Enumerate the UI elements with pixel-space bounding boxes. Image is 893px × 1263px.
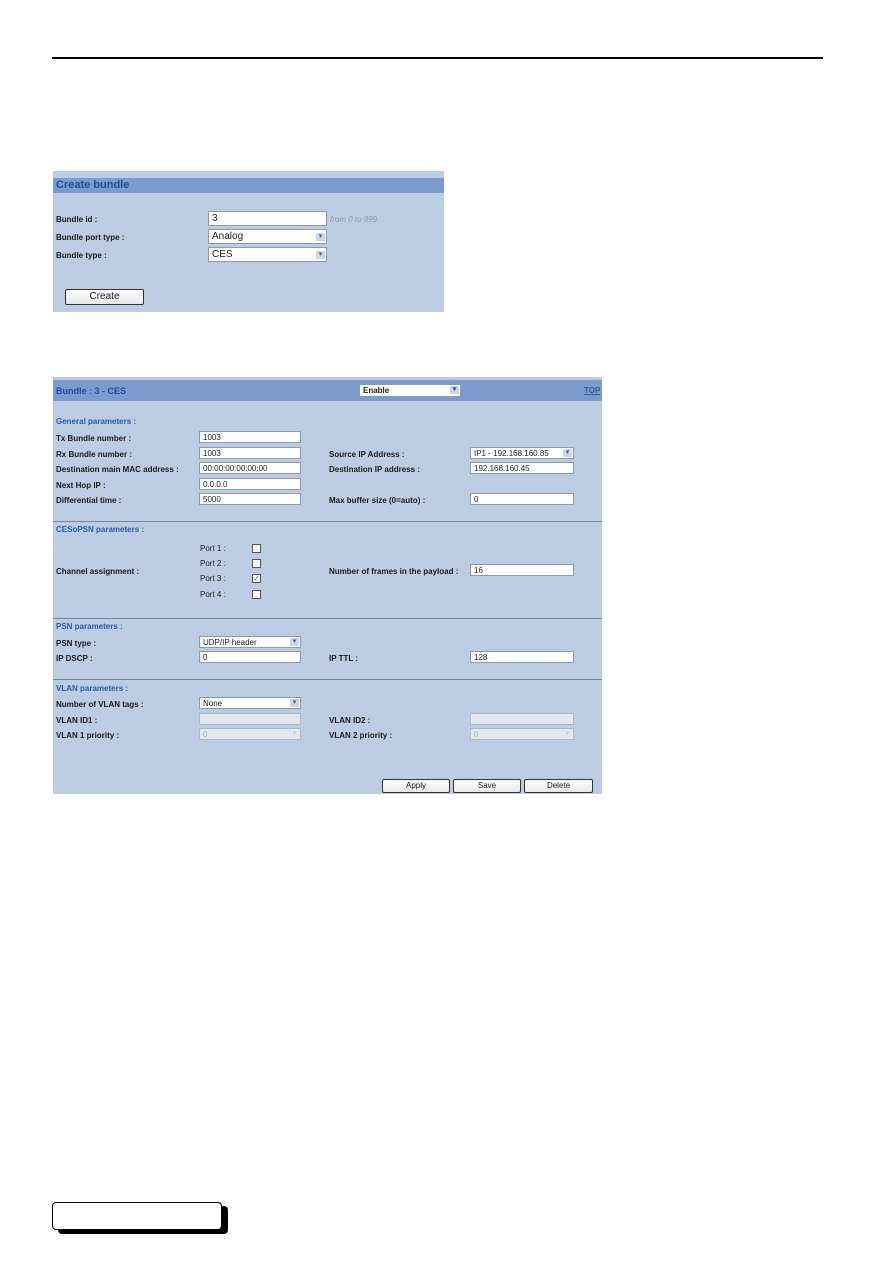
vlan-1-priority-select[interactable]: 0 ▾ (199, 728, 301, 740)
port-3-checkbox[interactable]: ✓ (252, 574, 261, 583)
section-divider (53, 679, 602, 680)
bundle-state-value: Enable (363, 386, 390, 395)
general-section-title: General parameters : (56, 417, 137, 426)
port-2-label: Port 2 : (200, 559, 226, 568)
port-3-label: Port 3 : (200, 574, 226, 583)
chevron-down-icon: ▾ (563, 730, 572, 738)
vlan-tags-label: Number of VLAN tags : (56, 700, 144, 709)
bundle-type-value: CES (212, 249, 233, 260)
bundle-panel: Bundle : 3 - CES Enable ▾ TOP General pa… (53, 377, 602, 794)
vlan-section-title: VLAN parameters : (56, 684, 129, 693)
cesopsn-section-title: CESoPSN parameters : (56, 525, 145, 534)
create-bundle-panel: Create bundle Bundle id : 3 from 0 to 99… (53, 171, 444, 312)
port-1-checkbox[interactable] (252, 544, 261, 553)
bundle-type-label: Bundle type : (56, 251, 107, 260)
frames-payload-input[interactable]: 16 (470, 564, 574, 576)
chevron-down-icon: ▾ (316, 251, 325, 259)
top-link[interactable]: TOP (584, 386, 600, 395)
chevron-down-icon: ▾ (450, 386, 459, 394)
vlan-1-priority-label: VLAN 1 priority : (56, 731, 120, 740)
bundle-title: Bundle : 3 - CES (56, 386, 127, 396)
create-bundle-title: Create bundle (56, 179, 130, 191)
psn-type-label: PSN type : (56, 639, 97, 648)
vlan-2-priority-value: 0 (474, 730, 479, 739)
port-type-select[interactable]: Analog ▾ (208, 229, 327, 244)
differential-time-input[interactable]: 5000 (199, 493, 301, 505)
vlan-id2-label: VLAN ID2 : (329, 716, 371, 725)
psn-section-title: PSN parameters : (56, 622, 123, 631)
bundle-id-label: Bundle id : (56, 215, 98, 224)
source-ip-label: Source IP Address : (329, 450, 405, 459)
vlan-id1-input[interactable] (199, 713, 301, 725)
section-divider (53, 521, 602, 522)
channel-assignment-label: Channel assignment : (56, 567, 140, 576)
page-footer-label-box (52, 1202, 222, 1230)
frames-payload-label: Number of frames in the payload : (329, 567, 459, 576)
chevron-down-icon: ▾ (290, 699, 299, 707)
port-type-value: Analog (212, 231, 244, 242)
vlan-1-priority-value: 0 (203, 730, 208, 739)
max-buffer-label: Max buffer size (0=auto) : (329, 496, 426, 505)
vlan-2-priority-label: VLAN 2 priority : (329, 731, 393, 740)
dest-mac-input[interactable]: 00:00:00:00:00:00 (199, 462, 301, 474)
port-1-label: Port 1 : (200, 544, 226, 553)
differential-time-label: Differential time : (56, 496, 122, 505)
save-button[interactable]: Save (453, 779, 521, 793)
bundle-type-select[interactable]: CES ▾ (208, 247, 327, 262)
ip-ttl-input[interactable]: 128 (470, 651, 574, 663)
dest-ip-input[interactable]: 192.168.160.45 (470, 462, 574, 474)
delete-button[interactable]: Delete (524, 779, 593, 793)
bundle-state-select[interactable]: Enable ▾ (359, 384, 461, 397)
vlan-2-priority-select[interactable]: 0 ▾ (470, 728, 574, 740)
bundle-id-hint: from 0 to 999 (330, 215, 378, 224)
dest-mac-label: Destination main MAC address : (56, 465, 179, 474)
dest-ip-label: Destination IP address : (329, 465, 420, 474)
psn-type-value: UDP/IP header (203, 638, 257, 647)
max-buffer-input[interactable]: 0 (470, 493, 574, 505)
page-header-rule (52, 57, 823, 59)
rx-bundle-input[interactable]: 1003 (199, 447, 301, 459)
source-ip-value: IP1 - 192.168.160.85 (474, 449, 549, 458)
check-icon: ✓ (253, 574, 260, 583)
ip-dscp-label: IP DSCP : (56, 654, 93, 663)
section-divider (53, 618, 602, 619)
tx-bundle-input[interactable]: 1003 (199, 431, 301, 443)
bundle-header: Bundle : 3 - CES Enable ▾ TOP (53, 380, 602, 401)
vlan-id1-label: VLAN ID1 : (56, 716, 98, 725)
create-button[interactable]: Create (65, 289, 144, 305)
apply-button[interactable]: Apply (382, 779, 450, 793)
port-2-checkbox[interactable] (252, 559, 261, 568)
create-bundle-header: Create bundle (53, 178, 444, 193)
chevron-down-icon: ▾ (316, 233, 325, 241)
vlan-tags-value: None (203, 699, 223, 708)
chevron-down-icon: ▾ (290, 730, 299, 738)
source-ip-select[interactable]: IP1 - 192.168.160.85 ▾ (470, 447, 574, 459)
bundle-id-input[interactable]: 3 (208, 211, 327, 226)
psn-type-select[interactable]: UDP/IP header ▾ (199, 636, 301, 648)
port-4-checkbox[interactable] (252, 590, 261, 599)
vlan-tags-select[interactable]: None ▾ (199, 697, 301, 709)
rx-bundle-label: Rx Bundle number : (56, 450, 133, 459)
chevron-down-icon: ▾ (563, 449, 572, 457)
ip-dscp-input[interactable]: 0 (199, 651, 301, 663)
next-hop-input[interactable]: 0.0.0.0 (199, 478, 301, 490)
port-4-label: Port 4 : (200, 590, 226, 599)
next-hop-label: Next Hop IP : (56, 481, 106, 490)
tx-bundle-label: Tx Bundle number : (56, 434, 132, 443)
ip-ttl-label: IP TTL : (329, 654, 359, 663)
port-type-label: Bundle port type : (56, 233, 125, 242)
chevron-down-icon: ▾ (290, 638, 299, 646)
vlan-id2-input[interactable] (470, 713, 574, 725)
